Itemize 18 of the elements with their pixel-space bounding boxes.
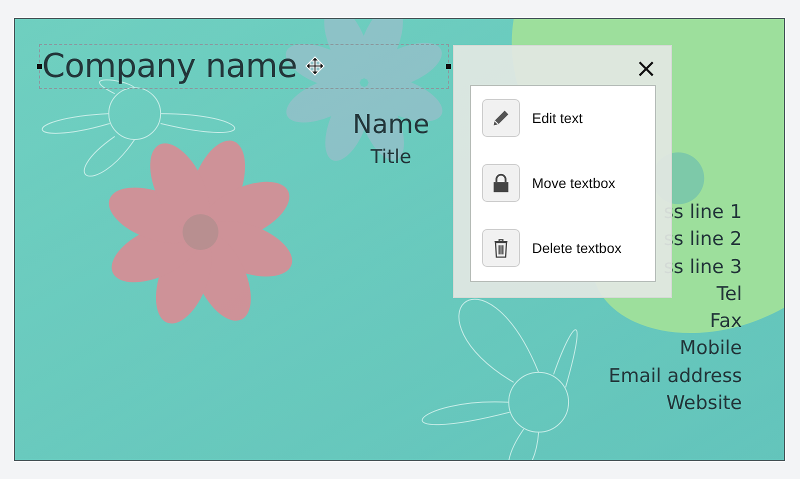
trash-button[interactable] [482,229,520,267]
menu-item[interactable]: Edit text [532,110,583,126]
close-button[interactable]: × [633,56,659,82]
contact-line: Tel [716,282,742,307]
menu-item[interactable]: Delete textbox [532,240,622,256]
pencil-button[interactable] [482,99,520,137]
contact-line: Website [666,391,742,416]
lock-button[interactable] [482,164,520,202]
company-name: Company name [42,45,298,87]
contact-line: Email address [608,364,742,389]
resize-handle[interactable] [446,64,451,69]
person-name: Name [352,109,430,142]
move-cursor-icon [305,56,325,76]
contact-line: Mobile [680,336,742,362]
contact-line: Fax [710,309,742,334]
resize-handle[interactable] [37,64,42,69]
job-title: Title [370,145,412,170]
menu-item[interactable]: Move textbox [532,175,616,191]
